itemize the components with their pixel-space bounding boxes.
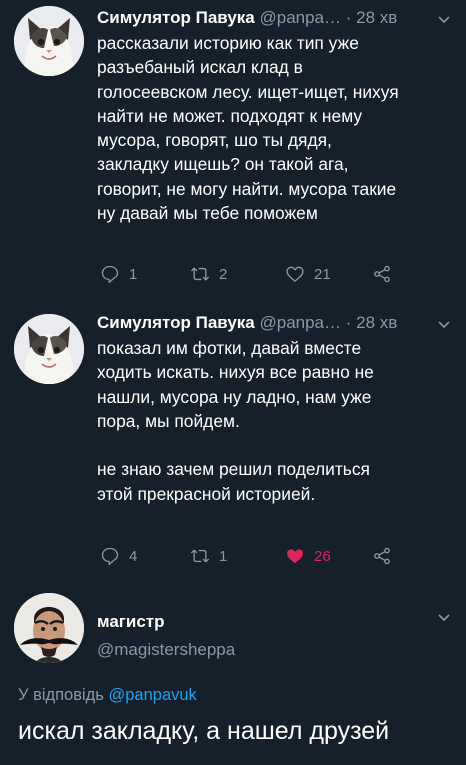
text-line: говорит, не могу найти. мусора такие bbox=[97, 178, 397, 199]
text-line: не знаю зачем решил поделиться bbox=[97, 459, 370, 480]
tweet-actions: 1 2 21 bbox=[100, 262, 430, 286]
text-line bbox=[97, 433, 452, 457]
chevron-down-icon[interactable] bbox=[436, 12, 452, 28]
retweet-button[interactable]: 2 bbox=[190, 262, 227, 286]
like-count: 26 bbox=[314, 547, 331, 565]
reply-count: 1 bbox=[129, 265, 138, 283]
chevron-down-icon[interactable] bbox=[436, 610, 452, 626]
like-button[interactable]: 26 bbox=[285, 544, 331, 568]
like-count: 21 bbox=[314, 265, 331, 283]
text-line: мусора, говорят, шо ты дядя, bbox=[97, 130, 332, 151]
replying-to-link[interactable]: @panpavuk bbox=[108, 686, 196, 704]
text-line: показал им фотки, давай вместе bbox=[97, 338, 362, 358]
author-meta[interactable]: @panpa… · 28 хв bbox=[259, 8, 397, 27]
text-line: ну давай мы тебе поможем bbox=[97, 203, 318, 224]
retweet-count: 1 bbox=[219, 547, 228, 565]
share-button[interactable] bbox=[372, 262, 392, 286]
cat-avatar[interactable] bbox=[14, 6, 84, 76]
reply-icon bbox=[101, 547, 119, 565]
like-button[interactable]: 21 bbox=[285, 262, 331, 286]
tweet-header: Симулятор Павука @panpa… · 28 хв bbox=[97, 8, 397, 28]
text-line: пора, мы пойдем. bbox=[97, 410, 240, 431]
reply-header: магистр bbox=[97, 612, 165, 632]
man-avatar[interactable] bbox=[14, 593, 84, 663]
text-line: нашли, мусора ну ладно, нам уже bbox=[97, 386, 372, 407]
heart-icon bbox=[287, 549, 303, 564]
author-meta[interactable]: @panpa… · 28 хв bbox=[259, 313, 397, 332]
text-line: разъебаный искал клад в bbox=[97, 57, 303, 78]
chevron-down-icon[interactable] bbox=[436, 317, 452, 333]
tweet-text: рассказали историю как тип уже разъебаны… bbox=[97, 31, 452, 225]
reply-count: 4 bbox=[129, 547, 138, 565]
reply-button[interactable]: 1 bbox=[100, 262, 137, 286]
text-line: голосеевском лесу. ищет-ищет, нихуя bbox=[97, 81, 399, 102]
text-line: ходить искать. нихуя все равно не bbox=[97, 362, 374, 383]
text-line: этой прекрасной историей. bbox=[97, 483, 316, 504]
tweet-text: показал им фотки, давай вместе ходить ис… bbox=[97, 336, 452, 506]
text-line: найти не может. подходят к нему bbox=[97, 105, 363, 126]
author-name[interactable]: Симулятор Павука bbox=[97, 313, 255, 332]
tweet-actions: 4 1 26 bbox=[100, 544, 430, 568]
share-icon bbox=[374, 265, 390, 283]
reply-icon bbox=[101, 265, 119, 283]
tweet-2[interactable]: Симулятор Павука @panpa… · 28 хв показал… bbox=[0, 300, 466, 590]
retweet-count: 2 bbox=[219, 265, 228, 283]
author-handle[interactable]: @magistersheppa bbox=[97, 640, 235, 660]
heart-icon bbox=[286, 266, 304, 282]
text-line: рассказали историю как тип уже bbox=[97, 33, 359, 53]
retweet-icon bbox=[191, 267, 209, 281]
tweet-header: Симулятор Павука @panpa… · 28 хв bbox=[97, 313, 397, 333]
retweet-icon bbox=[191, 549, 209, 563]
cat-avatar[interactable] bbox=[14, 314, 84, 384]
share-button[interactable] bbox=[372, 544, 392, 568]
reply-text: искал закладку, а нашел друзей bbox=[18, 717, 390, 745]
author-name[interactable]: Симулятор Павука bbox=[97, 8, 255, 27]
retweet-button[interactable]: 1 bbox=[190, 544, 227, 568]
reply-button[interactable]: 4 bbox=[100, 544, 137, 568]
text-line: закладку ищешь? он такой ага, bbox=[97, 154, 349, 175]
tweet-1[interactable]: Симулятор Павука @panpa… · 28 хв рассказ… bbox=[0, 0, 466, 300]
share-icon bbox=[374, 547, 390, 565]
author-name[interactable]: магистр bbox=[97, 612, 165, 631]
replying-to-label: У відповідь bbox=[18, 686, 109, 704]
replying-to: У відповідь @panpavuk bbox=[18, 686, 197, 705]
